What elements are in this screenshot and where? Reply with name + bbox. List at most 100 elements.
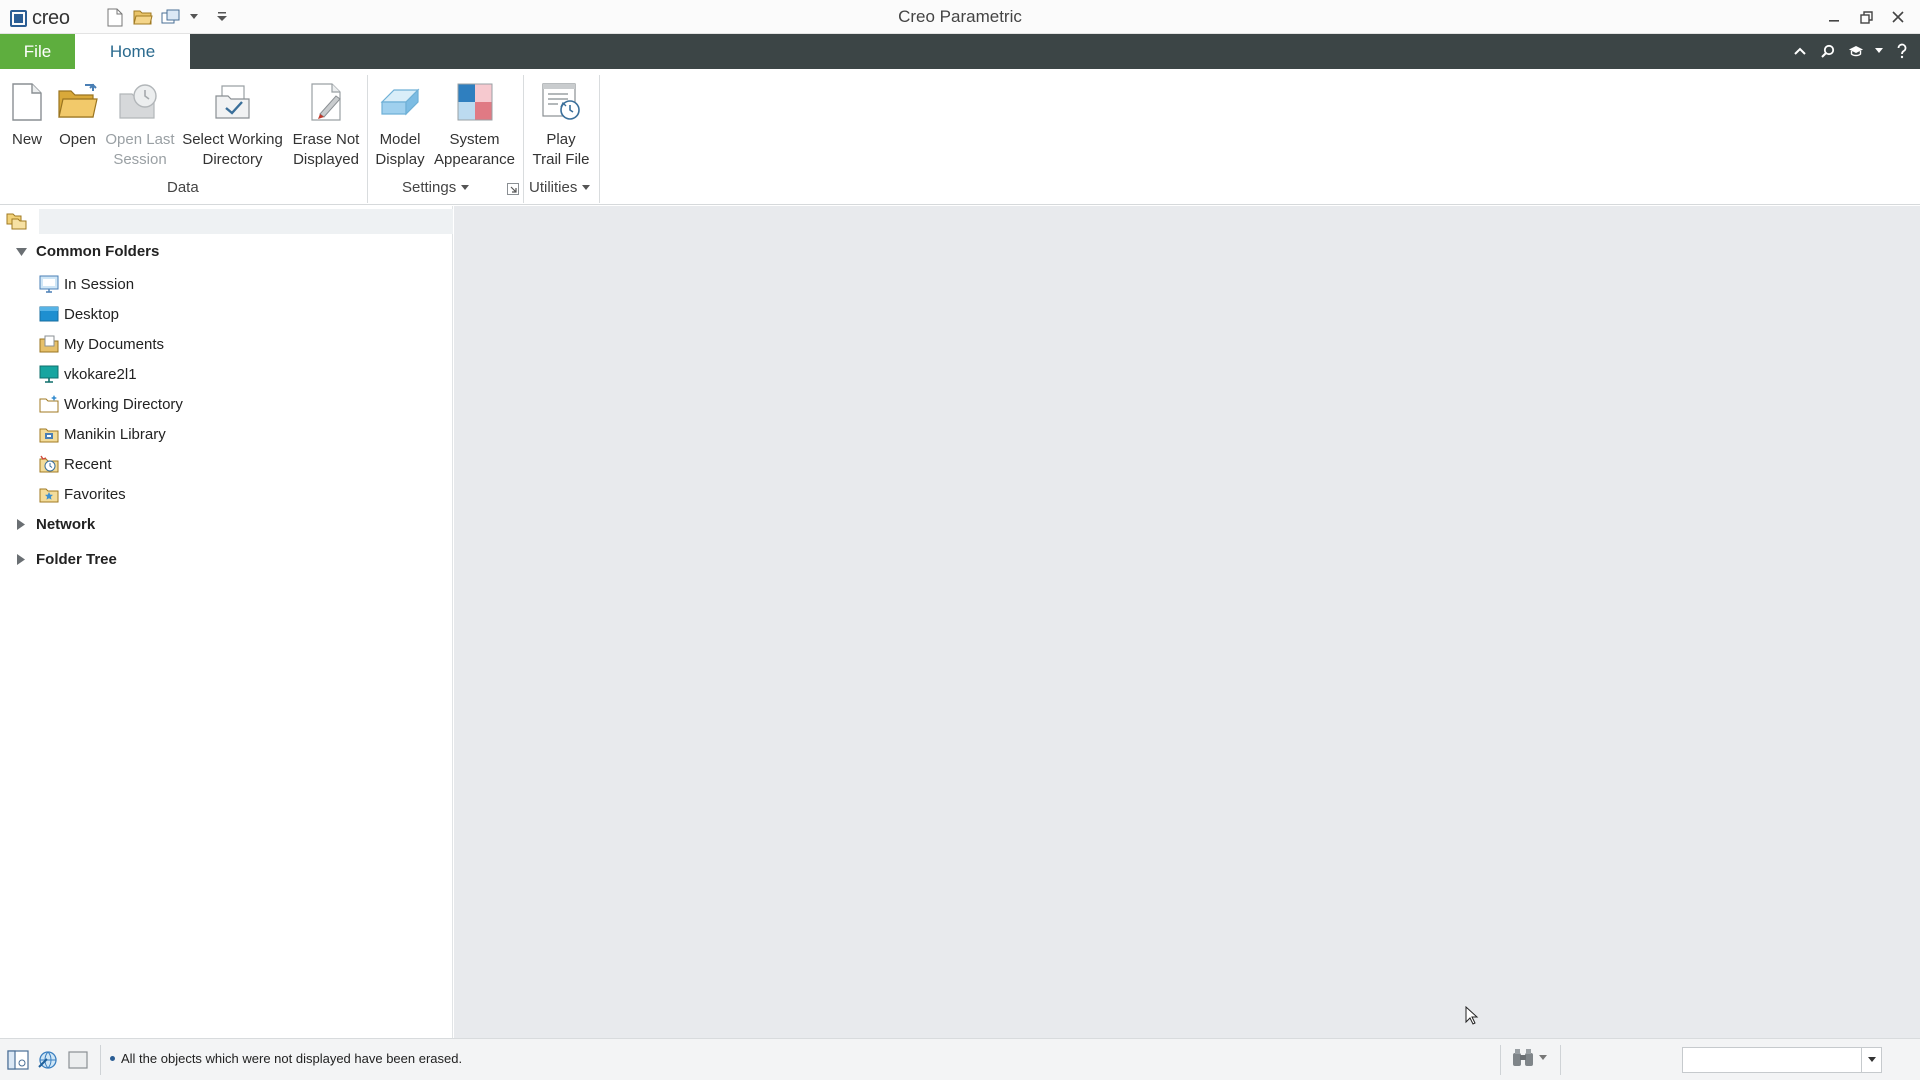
- folder-item-favorites[interactable]: Favorites: [39, 483, 126, 505]
- system-appearance-label-line1: System: [449, 131, 500, 148]
- expanded-triangle-icon[interactable]: [14, 245, 28, 259]
- group-separator: [523, 75, 524, 203]
- open-last-session-button[interactable]: Open Last Session: [105, 74, 175, 170]
- toggle-browser-icon[interactable]: [36, 1048, 60, 1072]
- open-last-session-icon: [105, 74, 175, 130]
- play-trail-file-label-line2: Trail File: [532, 151, 590, 168]
- settings-dialog-launcher-icon[interactable]: [507, 182, 519, 195]
- model-display-label-line1: Model: [379, 131, 421, 148]
- open-last-session-label-line1: Open Last: [105, 131, 175, 148]
- learning-dropdown-icon[interactable]: [1874, 40, 1884, 62]
- tab-home[interactable]: Home: [75, 34, 190, 69]
- group-settings-dropdown[interactable]: Settings: [402, 179, 470, 196]
- folder-item-label: vkokare2l1: [64, 365, 137, 383]
- folder-tree-header[interactable]: Folder Tree: [14, 551, 117, 568]
- ribbon: New Open Open Last Session Select Workin…: [0, 69, 1920, 205]
- erase-not-displayed-button[interactable]: Erase Not Displayed: [290, 74, 362, 170]
- folder-item-label: My Documents: [64, 335, 165, 353]
- graphics-area[interactable]: [454, 206, 1920, 1038]
- system-appearance-button[interactable]: System Appearance: [432, 74, 517, 170]
- folder-navigator: Common Folders In Session Desktop My Doc…: [0, 206, 453, 1038]
- open-button[interactable]: Open: [55, 74, 100, 150]
- open-folder-icon: [55, 74, 100, 130]
- group-separator: [599, 75, 600, 203]
- qat-windows-dropdown-icon[interactable]: [188, 6, 200, 28]
- group-settings-text: Settings: [402, 179, 457, 196]
- selection-filter-dropdown[interactable]: [1682, 1047, 1882, 1073]
- folder-item-label: Working Directory: [64, 395, 183, 413]
- new-button[interactable]: New: [8, 74, 46, 150]
- qat-new-icon[interactable]: [104, 6, 126, 28]
- qat-customize-icon[interactable]: [216, 6, 228, 28]
- network-header[interactable]: Network: [14, 516, 95, 533]
- status-bullet-icon: [110, 1056, 115, 1061]
- erase-not-displayed-label-line2: Displayed: [293, 151, 359, 168]
- close-icon[interactable]: [1884, 4, 1912, 30]
- ribbon-tab-bar: File Home: [0, 34, 1920, 69]
- status-bar: All the objects which were not displayed…: [0, 1038, 1920, 1080]
- creo-logo-icon: [10, 10, 27, 27]
- folder-browser-icon[interactable]: [6, 211, 28, 236]
- toggle-full-screen-icon[interactable]: [66, 1048, 90, 1072]
- title-bar: creo Creo Parametric: [0, 0, 1920, 34]
- folder-item-in-session[interactable]: In Session: [39, 273, 134, 295]
- system-appearance-icon: [432, 74, 517, 130]
- play-trail-file-label-line1: Play: [546, 131, 576, 148]
- qat-open-icon[interactable]: [132, 6, 154, 28]
- folder-item-working-directory[interactable]: Working Directory: [39, 393, 183, 415]
- erase-not-displayed-label-line1: Erase Not: [292, 131, 360, 148]
- chevron-down-icon: [1867, 1057, 1876, 1062]
- new-file-icon: [8, 74, 46, 130]
- folder-item-label: Recent: [64, 455, 112, 473]
- window-controls: [1820, 4, 1912, 30]
- new-button-label: New: [11, 131, 42, 148]
- folder-item-label: Manikin Library: [64, 425, 166, 443]
- monitor-session-icon: [39, 275, 59, 293]
- collapsed-triangle-icon[interactable]: [14, 518, 28, 532]
- folder-tree-label: Folder Tree: [36, 551, 117, 568]
- toggle-navigator-icon[interactable]: [6, 1048, 30, 1072]
- folder-item-desktop[interactable]: Desktop: [39, 303, 119, 325]
- recent-icon: [39, 455, 59, 473]
- group-data-text: Data: [167, 179, 199, 196]
- minimize-icon[interactable]: [1820, 4, 1848, 30]
- folder-item-computer[interactable]: vkokare2l1: [39, 363, 137, 385]
- model-display-label-line2: Display: [375, 151, 425, 168]
- help-icon[interactable]: [1892, 40, 1912, 62]
- folder-item-recent[interactable]: Recent: [39, 453, 112, 475]
- favorites-icon: [39, 485, 59, 503]
- folder-item-my-documents[interactable]: My Documents: [39, 333, 164, 355]
- erase-not-displayed-icon: [290, 74, 362, 130]
- open-last-session-label-line2: Session: [113, 151, 167, 168]
- ribbon-tools: [1790, 40, 1912, 62]
- learning-connector-icon[interactable]: [1846, 40, 1866, 62]
- folder-item-label: In Session: [64, 275, 135, 293]
- documents-icon: [39, 335, 59, 353]
- status-separator: [100, 1045, 101, 1075]
- select-working-directory-icon: [180, 74, 285, 130]
- play-trail-file-icon: [528, 74, 594, 130]
- chevron-down-icon[interactable]: [1538, 1054, 1548, 1062]
- mouse-pointer-icon: [1465, 1005, 1479, 1031]
- tab-file[interactable]: File: [0, 34, 75, 69]
- find-tool-button[interactable]: [1510, 1047, 1548, 1069]
- common-folders-header[interactable]: Common Folders: [14, 243, 159, 260]
- select-working-directory-button[interactable]: Select Working Directory: [180, 74, 285, 170]
- open-button-label: Open: [59, 131, 96, 148]
- selection-filter-dropdown-button[interactable]: [1861, 1048, 1881, 1072]
- play-trail-file-button[interactable]: Play Trail File: [528, 74, 594, 170]
- group-utilities-dropdown[interactable]: Utilities: [529, 179, 591, 196]
- folder-item-manikin-library[interactable]: Manikin Library: [39, 423, 166, 445]
- model-display-button[interactable]: Model Display: [372, 74, 428, 170]
- minimize-ribbon-icon[interactable]: [1790, 40, 1810, 62]
- status-separator: [1500, 1045, 1501, 1075]
- command-search-icon[interactable]: [1818, 40, 1838, 62]
- computer-icon: [39, 365, 59, 383]
- quick-access-toolbar: [104, 6, 228, 28]
- collapsed-triangle-icon[interactable]: [14, 553, 28, 567]
- navigator-header: [0, 206, 453, 236]
- restore-icon[interactable]: [1852, 4, 1880, 30]
- group-utilities-text: Utilities: [529, 179, 578, 196]
- status-message: All the objects which were not displayed…: [110, 1051, 462, 1066]
- qat-windows-icon[interactable]: [160, 6, 182, 28]
